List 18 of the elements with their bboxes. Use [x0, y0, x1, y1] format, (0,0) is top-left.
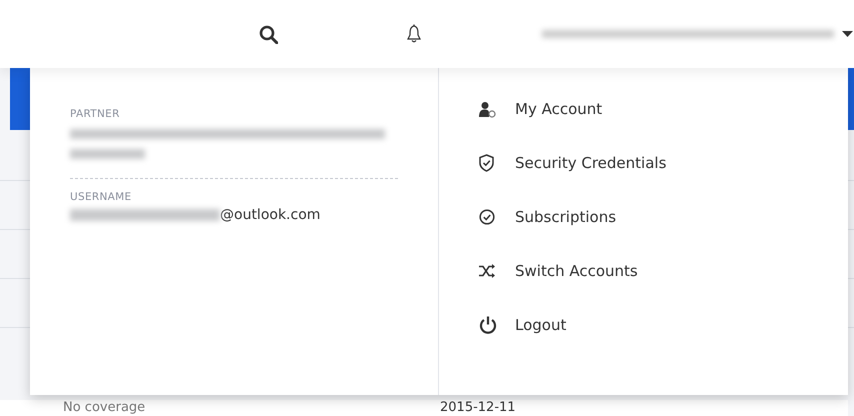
menu-item[interactable]: Subscriptions	[479, 190, 666, 244]
field-label: USERNAME	[70, 191, 132, 203]
menu-item[interactable]: Logout	[479, 298, 666, 352]
bell-icon[interactable]	[406, 24, 422, 44]
user-gear-icon	[479, 100, 496, 118]
circle-check-icon	[479, 209, 495, 225]
shield-check-icon	[479, 154, 494, 172]
username-text: @outlook.com	[220, 207, 320, 223]
power-icon	[479, 316, 497, 334]
menu-item[interactable]: My Account	[479, 82, 666, 136]
table-cell: 2015-12-11	[440, 400, 516, 416]
shuffle-icon	[479, 263, 495, 279]
table-cell-text: No coverage	[63, 400, 146, 416]
menu-item[interactable]: Security Credentials	[479, 136, 666, 190]
field-label: PARTNER	[70, 108, 121, 120]
menu-item[interactable]: Switch Accounts	[479, 244, 666, 298]
search-icon[interactable]	[259, 24, 278, 44]
caret-icon	[842, 31, 853, 37]
